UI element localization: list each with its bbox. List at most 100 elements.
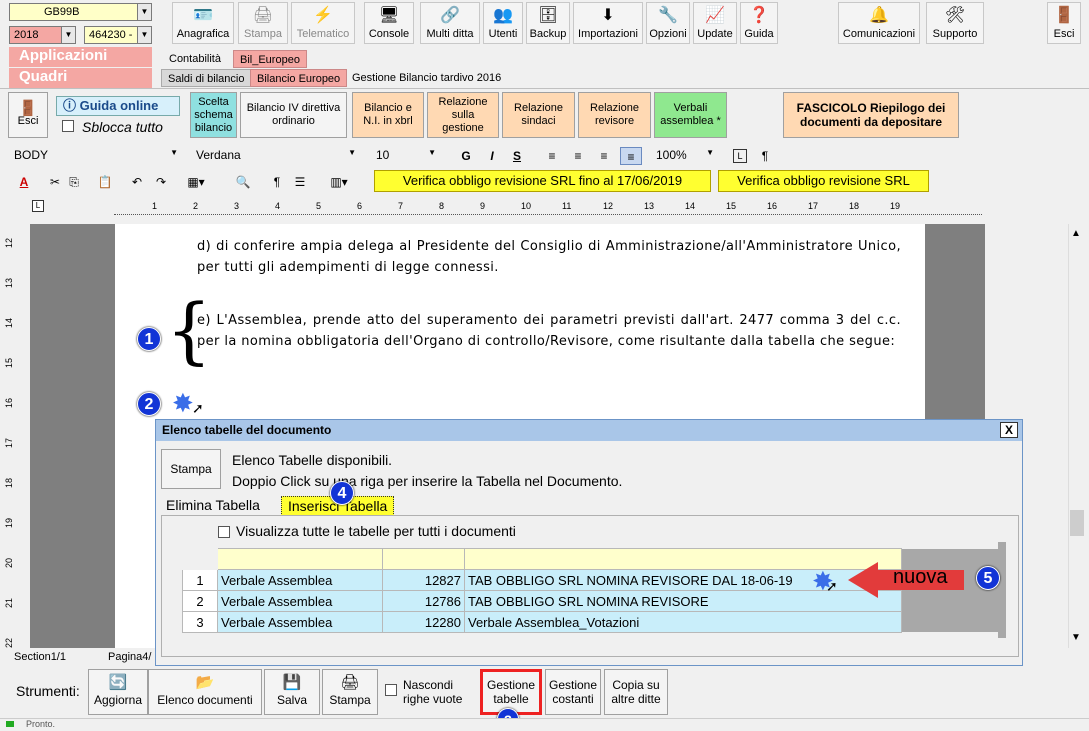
tab-saldi-bilancio[interactable]: Saldi di bilancio <box>161 69 252 87</box>
redo-icon[interactable]: ↷ <box>153 173 169 191</box>
relazione-gestione-button[interactable]: Relazione sulla gestione <box>427 92 499 138</box>
status-bar <box>0 718 1089 731</box>
esci-top-button[interactable]: 🚪 Esci <box>1047 2 1081 44</box>
strumenti-label: Strumenti: <box>16 683 80 699</box>
applicazioni-combo[interactable]: Applicazioni <box>9 47 152 67</box>
verifica-2019-button[interactable]: Verifica obbligo revisione SRL fino al 1… <box>374 170 711 192</box>
fascicolo-button[interactable]: FASCICOLO Riepilogo dei documenti da dep… <box>783 92 959 138</box>
vertical-ruler: 12 13 14 15 16 17 18 19 20 21 22 <box>0 224 30 648</box>
stampa-bottom-button[interactable]: 🖨 Stampa <box>322 669 378 715</box>
horizontal-ruler[interactable]: 1 2 3 4 5 6 7 8 9 10 11 12 13 14 15 16 17 18 19 <box>114 201 982 215</box>
elenco-documenti-button[interactable]: 📂 Elenco documenti <box>148 669 262 715</box>
paragraph-format-icon[interactable]: ¶ <box>268 173 286 191</box>
size-select[interactable]: 10 ▼ <box>376 148 438 165</box>
scroll-down-icon[interactable]: ▼ <box>1071 632 1081 643</box>
chevron-down-icon: ▼ <box>137 27 151 43</box>
sblocca-checkbox[interactable] <box>62 120 74 132</box>
save-icon: 💾 <box>282 674 302 691</box>
stampa-top-button[interactable]: 🖨 Stampa <box>238 2 288 44</box>
nascondi-checkbox[interactable] <box>385 684 397 696</box>
justify-icon[interactable]: ≡ <box>620 147 642 165</box>
visualizza-checkbox[interactable] <box>218 526 230 538</box>
update-button[interactable]: 📈 Update <box>693 2 737 44</box>
underline-button[interactable]: S <box>510 147 524 165</box>
verifica-srl-button[interactable]: Verifica obbligo revisione SRL <box>718 170 929 192</box>
tab-bilancio-europeo[interactable]: Bilancio Europeo <box>250 69 348 87</box>
backup-button[interactable]: 🗄 Backup <box>526 2 570 44</box>
server-icon: 🗄 <box>537 7 559 24</box>
relazione-revisore-button[interactable]: Relazione revisore <box>578 92 651 138</box>
find-icon[interactable]: 🔍 <box>234 173 252 191</box>
refresh-icon: 🔄 <box>108 674 128 691</box>
multi-ditta-button[interactable]: 🔗 Multi ditta <box>420 2 480 44</box>
telematico-button[interactable]: ⚡ Telematico <box>291 2 355 44</box>
cut-icon[interactable]: ✂ <box>48 173 62 191</box>
tab-contabilita[interactable]: Contabilità <box>163 50 227 68</box>
tabelle-grid[interactable]: 1 Verbale Assemblea 12827 TAB OBBLIGO SRL N… <box>182 548 902 633</box>
copia-ditte-button[interactable]: Copia su altre ditte <box>604 669 668 715</box>
importazioni-button[interactable]: ⬇ Importazioni <box>573 2 643 44</box>
table-row[interactable]: 1 Verbale Assemblea 12827 TAB OBBLIGO SRL N… <box>182 569 902 591</box>
align-left-icon[interactable]: ≡ <box>545 147 559 165</box>
help-icon: ❓ <box>749 7 769 24</box>
ruler-tick-label: 2 <box>193 201 199 211</box>
scroll-thumb[interactable] <box>1070 510 1084 536</box>
bilancio-xbrl-button[interactable]: Bilancio e N.I. in xbrl <box>352 92 424 138</box>
ruler-tick-label: 18 <box>4 477 15 489</box>
verbali-assemblea-button[interactable]: Verbali assemblea * <box>654 92 727 138</box>
columns-icon[interactable]: ▥▾ <box>321 173 357 191</box>
comunicazioni-button[interactable]: 🔔 Comunicazioni <box>838 2 920 44</box>
table-menu-icon[interactable]: ▦▾ <box>183 173 209 191</box>
bold-button[interactable]: G <box>459 147 473 165</box>
info-line-1: Elenco Tabelle disponibili. <box>232 452 393 468</box>
font-select[interactable]: Verdana ▼ <box>196 148 358 165</box>
anagrafica-button[interactable]: 🪪 Anagrafica <box>172 2 234 44</box>
vertical-scrollbar[interactable] <box>1068 224 1086 648</box>
console-button[interactable]: 🖥 Console <box>364 2 414 44</box>
table-row[interactable]: 2 Verbale Assemblea 12786 TAB OBBLIGO SRL N… <box>182 590 902 612</box>
scroll-up-icon[interactable]: ▲ <box>1071 228 1081 239</box>
ruler-tick-label: 21 <box>4 597 15 609</box>
font-color-icon[interactable]: A <box>14 173 34 191</box>
grid-scroll[interactable] <box>998 542 1006 638</box>
frame-icon[interactable]: L <box>733 149 747 163</box>
align-center-icon[interactable]: ≡ <box>571 147 585 165</box>
ruler-tick-label: 20 <box>4 557 15 569</box>
ruler-tick-label: 15 <box>4 357 15 369</box>
utenti-button[interactable]: 👥 Utenti <box>483 2 523 44</box>
italic-button[interactable]: I <box>485 147 499 165</box>
year-combo[interactable]: 2018 ▼ <box>9 26 76 44</box>
stampa-dialog-button[interactable]: Stampa <box>161 449 221 489</box>
close-icon[interactable]: X <box>1000 422 1018 438</box>
copy-icon[interactable]: ⎘ <box>66 173 82 191</box>
aggiorna-button[interactable]: 🔄 Aggiorna <box>88 669 148 715</box>
tab-bil-europeo[interactable]: Bil_Europeo <box>233 50 307 68</box>
undo-icon[interactable]: ↶ <box>129 173 145 191</box>
align-right-icon[interactable]: ≡ <box>597 147 611 165</box>
paste-icon[interactable]: 📋 <box>96 173 114 191</box>
support-icon: 🛠 <box>944 7 966 24</box>
guida-button[interactable]: ❓ Guida <box>740 2 778 44</box>
code-combo[interactable]: 464230 - ▼ <box>84 26 152 44</box>
relazione-sindaci-button[interactable]: Relazione sindaci <box>502 92 575 138</box>
table-row[interactable]: 3 Verbale Assemblea 12280 Verbale Assemblea… <box>182 611 902 633</box>
opzioni-button[interactable]: 🔧 Opzioni <box>646 2 690 44</box>
supporto-button[interactable]: 🛠 Supporto <box>926 2 984 44</box>
style-select[interactable]: BODY ▼ <box>14 148 180 165</box>
ruler-tick-label: 19 <box>4 517 15 529</box>
scelta-schema-button[interactable]: Scelta schema bilancio <box>190 92 237 138</box>
esci-button[interactable]: 🚪 Esci <box>8 92 48 138</box>
zoom-select[interactable]: 100% ▼ <box>656 148 716 165</box>
tab-gestione-tardivo[interactable]: Gestione Bilancio tardivo 2016 <box>346 69 507 87</box>
salva-button[interactable]: 💾 Salva <box>264 669 320 715</box>
tab-stop-icon[interactable]: L <box>32 200 44 212</box>
bilancio-iv-button[interactable]: Bilancio IV direttiva ordinario <box>240 92 347 138</box>
pilcrow-icon[interactable]: ¶ <box>758 147 772 165</box>
gestione-costanti-button[interactable]: Gestione costanti <box>545 669 601 715</box>
quadri-combo[interactable]: Quadri <box>9 68 152 88</box>
callout-1: 1 <box>137 327 161 351</box>
company-combo[interactable]: GB99B ▼ <box>9 3 152 21</box>
tab-elimina-tabella[interactable]: Elimina Tabella <box>166 497 260 513</box>
guida-online-button[interactable]: ⓘ Guida online <box>56 96 180 116</box>
list-icon[interactable]: ☰ <box>291 173 309 191</box>
